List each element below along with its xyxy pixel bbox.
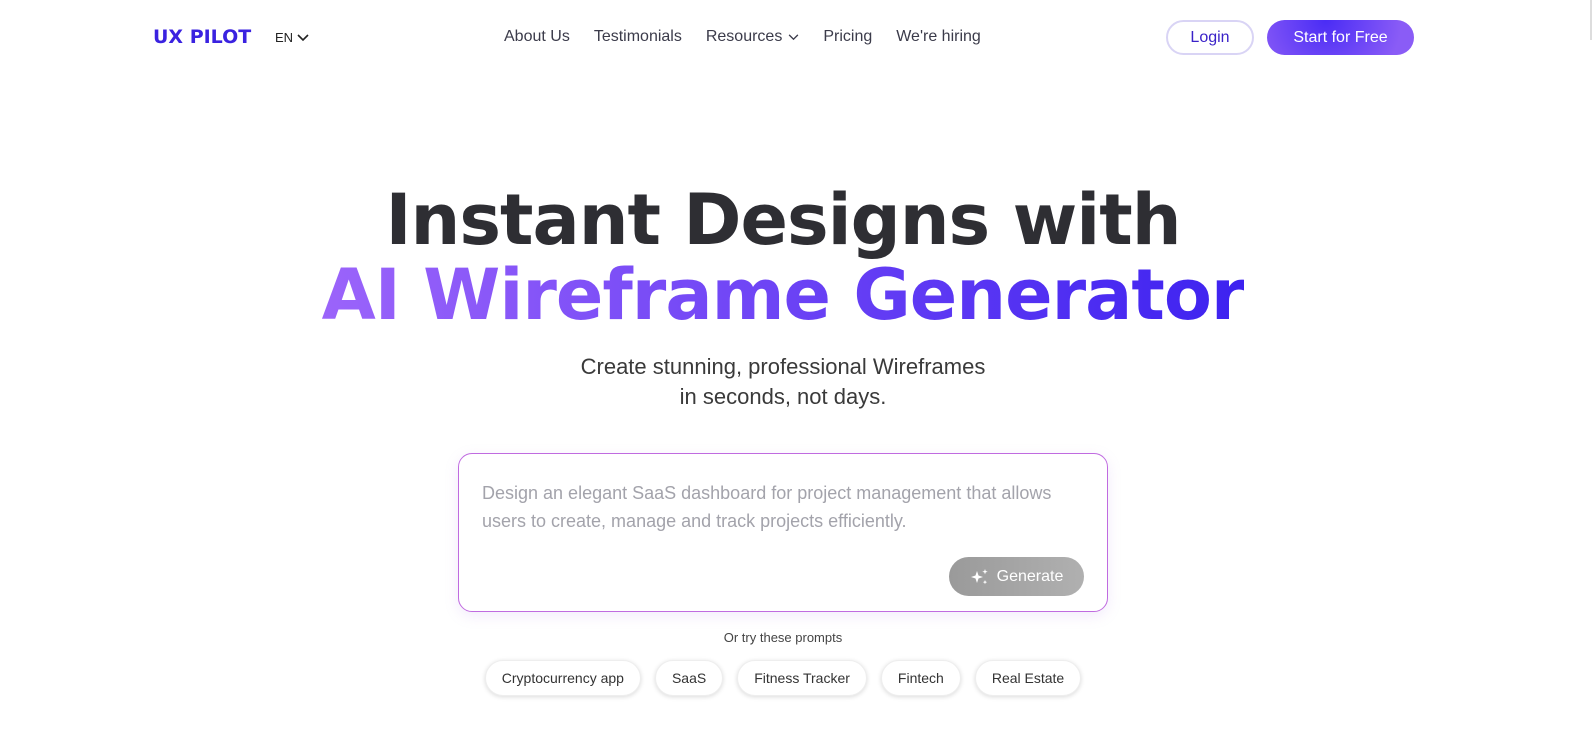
login-button[interactable]: Login (1166, 20, 1254, 55)
main-nav: About Us Testimonials Resources Pricing … (504, 28, 981, 46)
subtitle-line2: in seconds, not days. (679, 384, 887, 409)
nav-about-us[interactable]: About Us (504, 28, 570, 46)
chip-fintech[interactable]: Fintech (880, 660, 961, 696)
prompt-input[interactable] (482, 479, 1082, 539)
language-selector[interactable]: EN (275, 30, 309, 45)
hero-subtitle: Create stunning, professional Wireframes… (0, 352, 1566, 412)
language-label: EN (275, 30, 294, 45)
generate-button[interactable]: Generate (949, 557, 1084, 596)
chip-real-estate[interactable]: Real Estate (974, 660, 1082, 696)
chevron-down-icon (297, 33, 309, 41)
logo[interactable]: UX PILOT (153, 26, 251, 48)
chevron-down-icon (788, 33, 799, 40)
chip-cryptocurrency-app[interactable]: Cryptocurrency app (484, 660, 641, 696)
start-for-free-button[interactable]: Start for Free (1267, 20, 1414, 55)
suggestions-label: Or try these prompts (723, 630, 843, 645)
suggestion-chips: Cryptocurrency app SaaS Fitness Tracker … (0, 660, 1566, 696)
nav-resources[interactable]: Resources (706, 28, 799, 46)
nav-testimonials[interactable]: Testimonials (594, 28, 682, 46)
nav-hiring[interactable]: We're hiring (896, 28, 981, 46)
nav-pricing[interactable]: Pricing (823, 28, 872, 46)
prompt-box: Generate (458, 453, 1108, 612)
hero-title-line2: AI Wireframe Generator (0, 255, 1566, 335)
chip-fitness-tracker[interactable]: Fitness Tracker (737, 660, 867, 696)
generate-label: Generate (996, 567, 1064, 585)
hero-title-gradient: AI Wireframe Generator (321, 254, 1246, 336)
subtitle-line1: Create stunning, professional Wireframes (580, 354, 986, 379)
nav-resources-label: Resources (705, 28, 783, 45)
hero-title-line1: Instant Designs with (385, 179, 1181, 261)
chip-saas[interactable]: SaaS (654, 660, 724, 696)
sparkles-icon (970, 568, 988, 584)
